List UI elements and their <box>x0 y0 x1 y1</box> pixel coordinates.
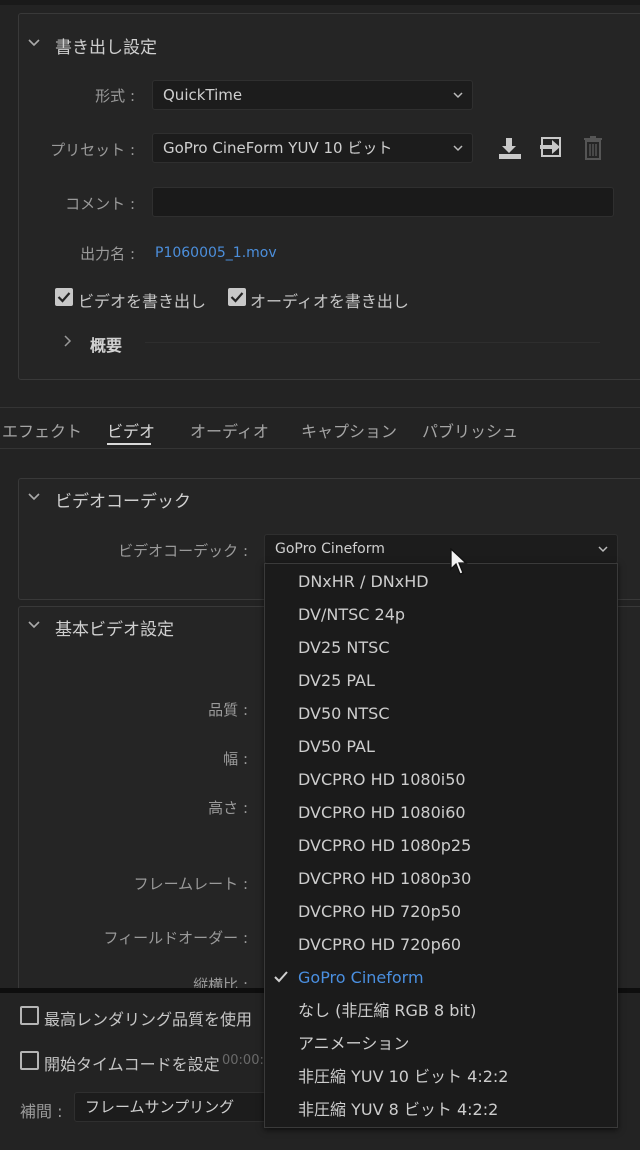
framerate-label: フレームレート : <box>133 875 248 893</box>
tab-effects[interactable]: エフェクト <box>2 418 82 442</box>
output-name-label: 出力名 : <box>80 245 135 263</box>
checkmark-icon <box>274 971 288 983</box>
tab-video[interactable]: ビデオ <box>107 418 155 442</box>
codec-option[interactable]: DV/NTSC 24p <box>265 598 617 631</box>
field-order-label: フィールドオーダー : <box>103 929 248 947</box>
codec-option-label: なし (非圧縮 RGB 8 bit) <box>298 1001 477 1020</box>
codec-option-label: DV50 NTSC <box>298 704 390 723</box>
codec-option-label: DVCPRO HD 720p60 <box>298 935 462 954</box>
codec-option-label: 非圧縮 YUV 8 ビット 4:2:2 <box>298 1100 499 1119</box>
start-timecode-checkbox[interactable] <box>20 1051 39 1070</box>
codec-option[interactable]: DVCPRO HD 1080i50 <box>265 763 617 796</box>
export-audio-label: オーディオを書き出し <box>250 292 409 311</box>
codec-option[interactable]: DVCPRO HD 1080p25 <box>265 829 617 862</box>
chevron-down-icon <box>597 543 609 555</box>
codec-option[interactable]: DV50 NTSC <box>265 697 617 730</box>
video-codec-title: ビデオコーデック <box>55 492 191 512</box>
video-codec-value: GoPro Cineform <box>275 541 385 557</box>
mouse-cursor-icon <box>450 547 470 576</box>
codec-option-label: DVCPRO HD 1080i60 <box>298 803 466 822</box>
trash-icon[interactable] <box>582 135 604 161</box>
codec-option-label: DVCPRO HD 1080p25 <box>298 836 472 855</box>
active-tab-indicator <box>107 443 151 445</box>
codec-option[interactable]: アニメーション <box>265 1027 617 1060</box>
tab-publish[interactable]: パブリッシュ <box>422 418 518 442</box>
codec-option[interactable]: GoPro Cineform <box>265 961 617 994</box>
interpolation-select[interactable]: フレームサンプリング <box>74 1092 274 1122</box>
preset-select[interactable]: GoPro CineForm YUV 10 ビット <box>152 133 473 163</box>
codec-option-label: アニメーション <box>298 1034 410 1053</box>
export-audio-checkbox[interactable] <box>228 288 246 306</box>
preset-value: GoPro CineForm YUV 10 ビット <box>163 139 393 157</box>
format-label: 形式 : <box>95 87 135 105</box>
format-value: QuickTime <box>163 86 243 104</box>
import-preset-icon[interactable] <box>539 135 565 161</box>
output-name-link[interactable]: P1060005_1.mov <box>155 245 277 261</box>
max-render-label: 最高レンダリング品質を使用 <box>44 1010 253 1029</box>
codec-option-label: DVCPRO HD 1080p30 <box>298 869 472 888</box>
codec-option-label: DV50 PAL <box>298 737 375 756</box>
video-codec-dropdown-list: DNxHR / DNxHD DV/NTSC 24p DV25 NTSC DV25 PA… <box>264 563 618 1128</box>
codec-option[interactable]: DVCPRO HD 1080p30 <box>265 862 617 895</box>
codec-option[interactable]: DV25 PAL <box>265 664 617 697</box>
start-timecode-label: 開始タイムコードを設定 <box>44 1055 220 1074</box>
codec-option[interactable]: DNxHR / DNxHD <box>265 565 617 598</box>
codec-option-label: DNxHR / DNxHD <box>298 572 429 591</box>
width-label: 幅 : <box>223 750 248 768</box>
export-video-checkbox[interactable] <box>55 288 73 306</box>
aspect-label: 縦横比 : <box>193 976 248 988</box>
chevron-down-icon[interactable] <box>27 36 41 50</box>
chevron-down-icon[interactable] <box>27 490 41 504</box>
height-label: 高さ : <box>208 799 248 817</box>
tab-audio[interactable]: オーディオ <box>190 418 269 442</box>
preset-label: プリセット : <box>50 141 135 159</box>
quality-label: 品質 : <box>208 701 248 719</box>
tab-captions[interactable]: キャプション <box>301 418 397 442</box>
codec-option[interactable]: 非圧縮 YUV 10 ビット 4:2:2 <box>265 1060 617 1093</box>
codec-option[interactable]: なし (非圧縮 RGB 8 bit) <box>265 994 617 1027</box>
codec-option-label: DVCPRO HD 1080i50 <box>298 770 466 789</box>
video-codec-label: ビデオコーデック : <box>118 542 248 560</box>
codec-option[interactable]: DV25 NTSC <box>265 631 617 664</box>
max-render-checkbox[interactable] <box>20 1006 39 1025</box>
chevron-down-icon <box>452 142 464 154</box>
codec-option-label: DVCPRO HD 720p50 <box>298 902 462 921</box>
interpolation-value: フレームサンプリング <box>85 1098 235 1116</box>
codec-option-label: DV25 PAL <box>298 671 375 690</box>
export-video-label: ビデオを書き出し <box>78 292 207 311</box>
basic-video-title: 基本ビデオ設定 <box>55 620 174 640</box>
codec-option[interactable]: DV50 PAL <box>265 730 617 763</box>
chevron-down-icon <box>452 89 464 101</box>
format-select[interactable]: QuickTime <box>152 80 473 110</box>
window-top-edge <box>0 0 640 5</box>
save-preset-icon[interactable] <box>497 135 523 161</box>
export-settings-title: 書き出し設定 <box>55 38 157 58</box>
chevron-right-icon[interactable] <box>60 334 74 348</box>
summary-divider <box>145 342 600 343</box>
codec-option[interactable]: DVCPRO HD 1080i60 <box>265 796 617 829</box>
codec-option[interactable]: DVCPRO HD 720p60 <box>265 928 617 961</box>
interpolation-label: 補間 : <box>20 1102 63 1121</box>
chevron-down-icon[interactable] <box>27 618 41 632</box>
codec-option-label: 非圧縮 YUV 10 ビット 4:2:2 <box>298 1067 509 1086</box>
comment-label: コメント : <box>65 195 135 213</box>
start-timecode-value: 00:00: <box>222 1053 264 1068</box>
codec-option-label: DV25 NTSC <box>298 638 390 657</box>
codec-option[interactable]: DVCPRO HD 720p50 <box>265 895 617 928</box>
codec-option[interactable]: 非圧縮 YUV 8 ビット 4:2:2 <box>265 1093 617 1126</box>
summary-label[interactable]: 概要 <box>90 332 122 356</box>
comment-field[interactable] <box>152 187 614 217</box>
video-codec-select[interactable]: GoPro Cineform <box>264 534 618 564</box>
codec-option-label: GoPro Cineform <box>298 968 424 987</box>
codec-option-label: DV/NTSC 24p <box>298 605 406 624</box>
